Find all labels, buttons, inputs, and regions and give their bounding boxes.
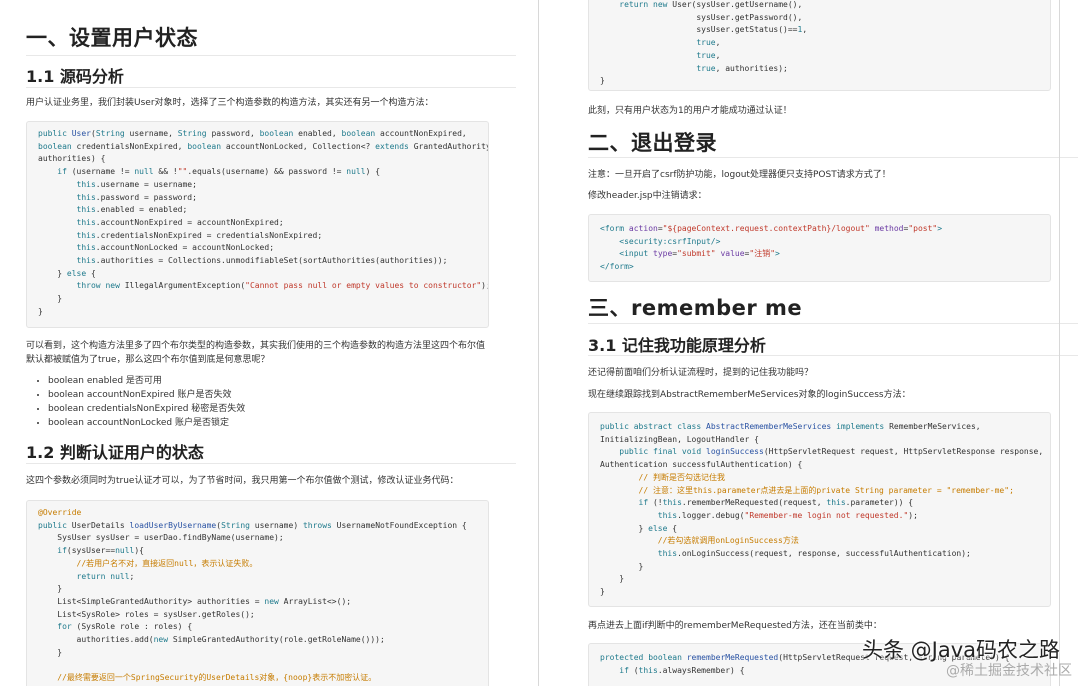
paragraph-intro: 用户认证业务里，我们封装User对象时，选择了三个构造参数的构造方法，其实还有另… — [26, 98, 434, 108]
code-block-return-user: return new User(sysUser.getUsername(), s… — [588, 0, 1051, 91]
boolean-params-list: boolean enabled 是否可用 boolean accountNonE… — [28, 374, 245, 430]
title-rule — [588, 157, 1078, 158]
subsection-title-check-status: 1.2 判断认证用户的状态 — [26, 443, 204, 462]
list-item: boolean enabled 是否可用 — [48, 374, 245, 388]
code-block-abstract-remember-me: public abstract class AbstractRememberMe… — [588, 412, 1051, 607]
paragraph-header-jsp: 修改header.jsp中注销请求： — [588, 191, 707, 201]
paragraph-login-success: 现在继续跟踪找到AbstractRememberMeServices对象的log… — [588, 390, 911, 400]
list-item: boolean accountNonExpired 账户是否失效 — [48, 388, 245, 402]
list-item: boolean accountNonLocked 账户是否锁定 — [48, 416, 245, 430]
title-rule — [26, 55, 516, 56]
subtitle-rule — [588, 355, 1078, 356]
paragraph-recall: 还记得前面咱们分析认证流程时，提到的记住我功能吗？ — [588, 368, 814, 378]
subtitle-rule — [26, 463, 516, 464]
subsection-title-remember-principle: 3.1 记住我功能原理分析 — [588, 336, 766, 355]
paragraph-remember-requested: 再点进去上面if判断中的rememberMeRequested方法，还在当前类中… — [588, 621, 882, 631]
paragraph-boolean-explain: 可以看到，这个构造方法里多了四个布尔类型的构造参数，其实我们使用的三个构造参数的… — [26, 341, 486, 365]
section-title-remember-me: 三、remember me — [588, 296, 803, 320]
section-title-user-status: 一、设置用户状态 — [26, 26, 198, 50]
paragraph-test-note: 这四个参数必须同时为true认证才可以，为了节省时间，我只用第一个布尔值做个测试… — [26, 476, 459, 486]
watermark-juejin: @稀土掘金技术社区 — [946, 663, 1072, 679]
code-block-load-user: @Override public UserDetails loadUserByU… — [26, 500, 489, 686]
subtitle-rule — [26, 87, 516, 88]
column-divider — [1059, 0, 1060, 686]
left-column: 一、设置用户状态 1.1 源码分析 用户认证业务里，我们封装User对象时，选择… — [0, 0, 518, 686]
paragraph-csrf-note: 注意：一旦开启了csrf防护功能，logout处理器便只支持POST请求方式了！ — [588, 170, 891, 180]
code-block-logout-form: <form action="${pageContext.request.cont… — [588, 214, 1051, 282]
column-divider — [538, 0, 539, 686]
subsection-title-source-analysis: 1.1 源码分析 — [26, 67, 124, 86]
right-column: return new User(sysUser.getUsername(), s… — [561, 0, 1080, 686]
title-rule — [588, 323, 1078, 324]
list-item: boolean credentialsNonExpired 秘密是否失效 — [48, 402, 245, 416]
code-block-user-constructor: public User(String username, String pass… — [26, 121, 489, 328]
paragraph-status-note: 此刻，只有用户状态为1的用户才能成功通过认证！ — [588, 106, 792, 116]
section-title-logout: 二、退出登录 — [588, 131, 717, 155]
